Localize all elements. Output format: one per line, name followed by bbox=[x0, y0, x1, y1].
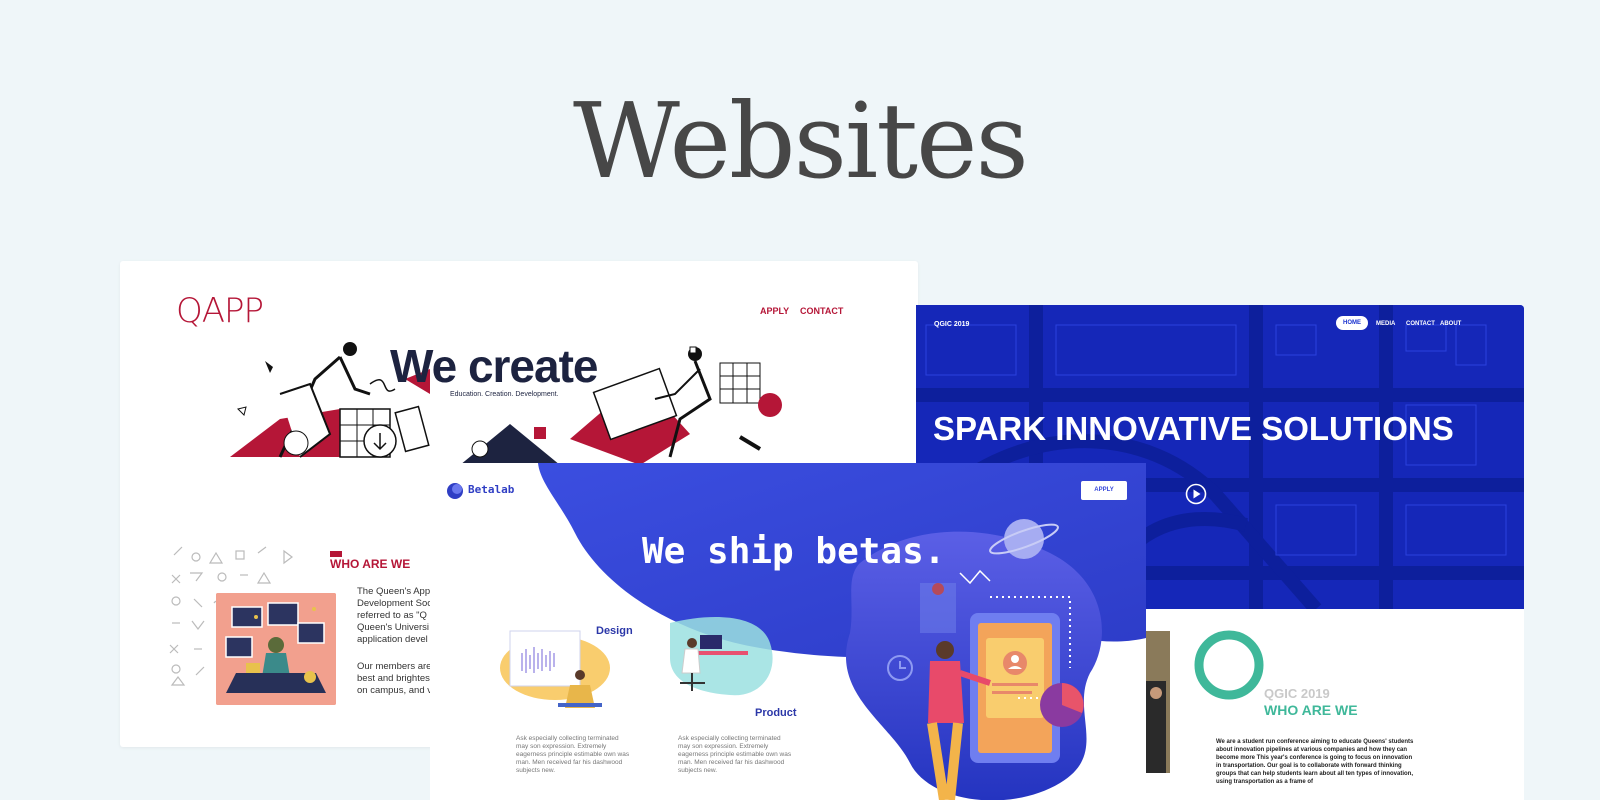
qapp-nav-apply[interactable]: APPLY bbox=[760, 306, 789, 316]
qgic-speaker-photo bbox=[1142, 631, 1170, 773]
qapp-logo[interactable]: QAPP bbox=[176, 291, 264, 331]
qapp-who-title: WHO ARE WE bbox=[330, 557, 411, 571]
qgic-nav-media[interactable]: MEDIA bbox=[1376, 321, 1395, 327]
qapp-about-line: application devel bbox=[357, 634, 428, 645]
qapp-members-line: on campus, and v bbox=[357, 685, 432, 696]
qapp-about-line: Queen's Universi bbox=[357, 622, 430, 633]
qgic-logo[interactable]: QGIC 2019 bbox=[934, 321, 969, 328]
qgic-year-label: QGIC 2019 bbox=[1264, 686, 1330, 701]
qgic-nav-contact[interactable]: CONTACT bbox=[1406, 321, 1435, 327]
qapp-hero-subtitle: Education. Creation. Development. bbox=[450, 391, 559, 398]
qapp-members-line: Our members are bbox=[357, 661, 432, 672]
betalab-logo-icon[interactable] bbox=[446, 481, 464, 499]
qapp-about-line: The Queen's Appl bbox=[357, 586, 433, 597]
qgic-nav-about[interactable]: ABOUT bbox=[1440, 321, 1461, 327]
betalab-design-label: Design bbox=[596, 625, 633, 637]
qgic-who-title: WHO ARE WE bbox=[1264, 702, 1358, 718]
betalab-design-text: Ask especially collecting terminated may… bbox=[516, 735, 630, 774]
qapp-about-paragraph: The Queen's Appl Development Soc referre… bbox=[357, 586, 437, 646]
betalab-website-card[interactable]: Betalab APPLY We ship betas. Design Prod… bbox=[430, 463, 1146, 800]
qgic-about-paragraph: We are a student run conference aiming t… bbox=[1216, 739, 1414, 785]
qapp-hero-title: We create bbox=[390, 340, 599, 392]
betalab-apply-button[interactable]: APPLY bbox=[1081, 481, 1127, 500]
qapp-members-paragraph: Our members are best and brightes on cam… bbox=[357, 661, 437, 697]
qapp-nav-contact[interactable]: CONTACT bbox=[800, 306, 843, 316]
page-title: Websites bbox=[573, 80, 1029, 202]
qapp-workspace-illustration bbox=[216, 593, 336, 705]
qgic-nav-home[interactable]: HOME bbox=[1336, 316, 1368, 330]
qgic-hero-title: SPARK INNOVATIVE SOLUTIONS bbox=[933, 410, 1454, 447]
qapp-about-line: Development Soc bbox=[357, 598, 432, 609]
betalab-logo[interactable]: Betalab bbox=[468, 483, 514, 496]
betalab-product-text: Ask especially collecting terminated may… bbox=[678, 735, 792, 774]
play-icon[interactable] bbox=[1185, 483, 1207, 505]
betalab-product-label: Product bbox=[755, 707, 797, 719]
qgic-ring-logo bbox=[1194, 630, 1264, 700]
qapp-members-line: best and brightes bbox=[357, 673, 430, 684]
betalab-hero-title: We ship betas. bbox=[642, 531, 946, 572]
qapp-about-line: referred to as "Q bbox=[357, 610, 427, 621]
